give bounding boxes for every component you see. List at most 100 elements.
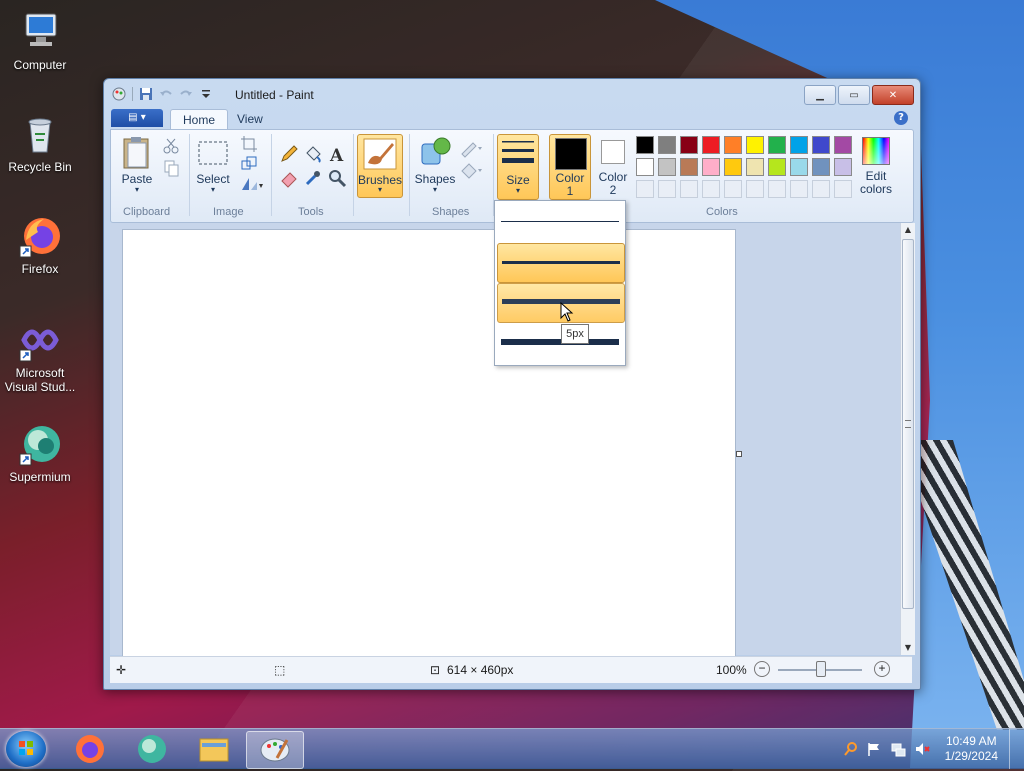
zoom-in-icon[interactable]: + bbox=[874, 661, 890, 677]
brushes-button[interactable]: Brushes ▾ bbox=[357, 134, 403, 198]
edit-colors-label: Edit colors bbox=[859, 169, 892, 196]
title-bar[interactable]: Untitled - Paint ▁ ▭ ✕ bbox=[104, 79, 920, 109]
shapes-button[interactable]: Shapes ▾ bbox=[413, 134, 457, 200]
shape-fill-icon[interactable] bbox=[459, 160, 483, 180]
cut-icon[interactable] bbox=[161, 136, 181, 156]
palette-swatch[interactable] bbox=[768, 158, 786, 176]
palette-swatch[interactable] bbox=[702, 136, 720, 154]
palette-swatch[interactable] bbox=[724, 158, 742, 176]
close-button[interactable]: ✕ bbox=[872, 85, 914, 105]
palette-swatch[interactable] bbox=[812, 158, 830, 176]
outline-icon[interactable] bbox=[459, 138, 483, 158]
palette-swatch[interactable] bbox=[702, 158, 720, 176]
desktop-icon-recycle-bin[interactable]: Recycle Bin bbox=[0, 112, 80, 174]
recycle-bin-icon bbox=[18, 112, 62, 156]
color-palette bbox=[636, 136, 858, 202]
volume-muted-icon[interactable] bbox=[914, 741, 930, 757]
palette-swatch[interactable] bbox=[680, 158, 698, 176]
custom-color-slot[interactable] bbox=[724, 180, 742, 198]
desktop-icon-computer[interactable]: Computer bbox=[0, 10, 80, 72]
custom-color-slot[interactable] bbox=[680, 180, 698, 198]
select-button[interactable]: Select ▾ bbox=[193, 134, 233, 200]
zoom-slider-thumb[interactable] bbox=[816, 661, 826, 677]
palette-swatch[interactable] bbox=[658, 158, 676, 176]
color2-button[interactable]: Color 2 bbox=[593, 134, 633, 198]
custom-color-slot[interactable] bbox=[834, 180, 852, 198]
tab-view[interactable]: View bbox=[225, 109, 275, 129]
custom-color-slot[interactable] bbox=[658, 180, 676, 198]
palette-swatch[interactable] bbox=[636, 158, 654, 176]
size-option-3[interactable] bbox=[497, 243, 625, 283]
supermium-icon bbox=[18, 422, 62, 466]
palette-swatch[interactable] bbox=[790, 158, 808, 176]
show-desktop-button[interactable] bbox=[1009, 729, 1024, 769]
desktop-icon-visual-studio[interactable]: Microsoft Visual Stud... bbox=[0, 318, 80, 394]
select-icon bbox=[198, 141, 228, 165]
palette-swatch[interactable] bbox=[680, 136, 698, 154]
size-option-8[interactable] bbox=[497, 323, 623, 361]
desktop-icon-supermium[interactable]: Supermium bbox=[0, 422, 80, 484]
palette-swatch[interactable] bbox=[746, 158, 764, 176]
palette-swatch[interactable] bbox=[834, 136, 852, 154]
taskbar-file-explorer[interactable] bbox=[186, 731, 242, 767]
eraser-icon[interactable] bbox=[279, 168, 299, 188]
save-icon[interactable] bbox=[139, 87, 153, 101]
clock-time: 10:49 AM bbox=[945, 734, 997, 748]
search-tray-icon[interactable] bbox=[843, 741, 859, 757]
tab-home[interactable]: Home bbox=[170, 109, 229, 130]
desktop-icon-firefox[interactable]: Firefox bbox=[0, 214, 80, 276]
shapes-label: Shapes bbox=[414, 172, 456, 186]
edit-colors-button[interactable]: Edit colors bbox=[856, 134, 896, 198]
zoom-out-icon[interactable]: − bbox=[754, 661, 770, 677]
paste-button[interactable]: Paste ▾ bbox=[117, 134, 157, 200]
vertical-scrollbar[interactable]: ▲ ▼ bbox=[900, 223, 915, 655]
scroll-up-icon[interactable]: ▲ bbox=[901, 223, 915, 237]
maximize-button[interactable]: ▭ bbox=[838, 85, 870, 105]
color1-button[interactable]: Color 1 bbox=[549, 134, 591, 200]
clock[interactable]: 10:49 AM 1/29/2024 bbox=[945, 734, 998, 764]
paint-menu-button[interactable]: ▤ ▾ bbox=[111, 109, 163, 127]
network-icon[interactable] bbox=[890, 741, 906, 757]
taskbar-supermium[interactable] bbox=[124, 731, 180, 767]
scrollbar-thumb[interactable] bbox=[902, 239, 914, 609]
rotate-icon[interactable] bbox=[239, 174, 263, 194]
palette-swatch[interactable] bbox=[812, 136, 830, 154]
color-picker-icon[interactable] bbox=[303, 168, 323, 188]
custom-color-slot[interactable] bbox=[790, 180, 808, 198]
custom-color-slot[interactable] bbox=[812, 180, 830, 198]
palette-swatch[interactable] bbox=[790, 136, 808, 154]
palette-swatch[interactable] bbox=[768, 136, 786, 154]
palette-swatch[interactable] bbox=[724, 136, 742, 154]
palette-swatch[interactable] bbox=[746, 136, 764, 154]
drawing-canvas[interactable] bbox=[122, 229, 736, 657]
palette-swatch[interactable] bbox=[834, 158, 852, 176]
taskbar-firefox[interactable] bbox=[62, 731, 118, 767]
paint-app-icon[interactable] bbox=[112, 87, 126, 101]
crop-icon[interactable] bbox=[239, 134, 259, 154]
resize-icon[interactable] bbox=[239, 154, 259, 174]
copy-icon[interactable] bbox=[161, 158, 181, 178]
minimize-button[interactable]: ▁ bbox=[804, 85, 836, 105]
taskbar-paint[interactable] bbox=[246, 731, 304, 769]
redo-icon[interactable] bbox=[179, 87, 193, 101]
custom-color-slot[interactable] bbox=[636, 180, 654, 198]
text-icon[interactable]: A bbox=[327, 144, 347, 166]
clock-date: 1/29/2024 bbox=[944, 749, 998, 763]
size-option-1[interactable] bbox=[497, 203, 623, 241]
custom-color-slot[interactable] bbox=[746, 180, 764, 198]
palette-swatch[interactable] bbox=[636, 136, 654, 154]
scroll-down-icon[interactable]: ▼ bbox=[901, 641, 915, 655]
help-icon[interactable]: ? bbox=[894, 111, 908, 125]
magnifier-icon[interactable] bbox=[327, 168, 347, 188]
customize-qat-icon[interactable] bbox=[199, 87, 213, 101]
start-button[interactable] bbox=[6, 731, 46, 767]
custom-color-slot[interactable] bbox=[768, 180, 786, 198]
size-button[interactable]: Size ▾ bbox=[497, 134, 539, 200]
palette-swatch[interactable] bbox=[658, 136, 676, 154]
canvas-resize-handle[interactable] bbox=[736, 451, 742, 457]
undo-icon[interactable] bbox=[159, 87, 173, 101]
pencil-icon[interactable] bbox=[279, 144, 299, 164]
fill-icon[interactable] bbox=[303, 144, 323, 164]
custom-color-slot[interactable] bbox=[702, 180, 720, 198]
action-center-flag-icon[interactable] bbox=[866, 741, 882, 757]
